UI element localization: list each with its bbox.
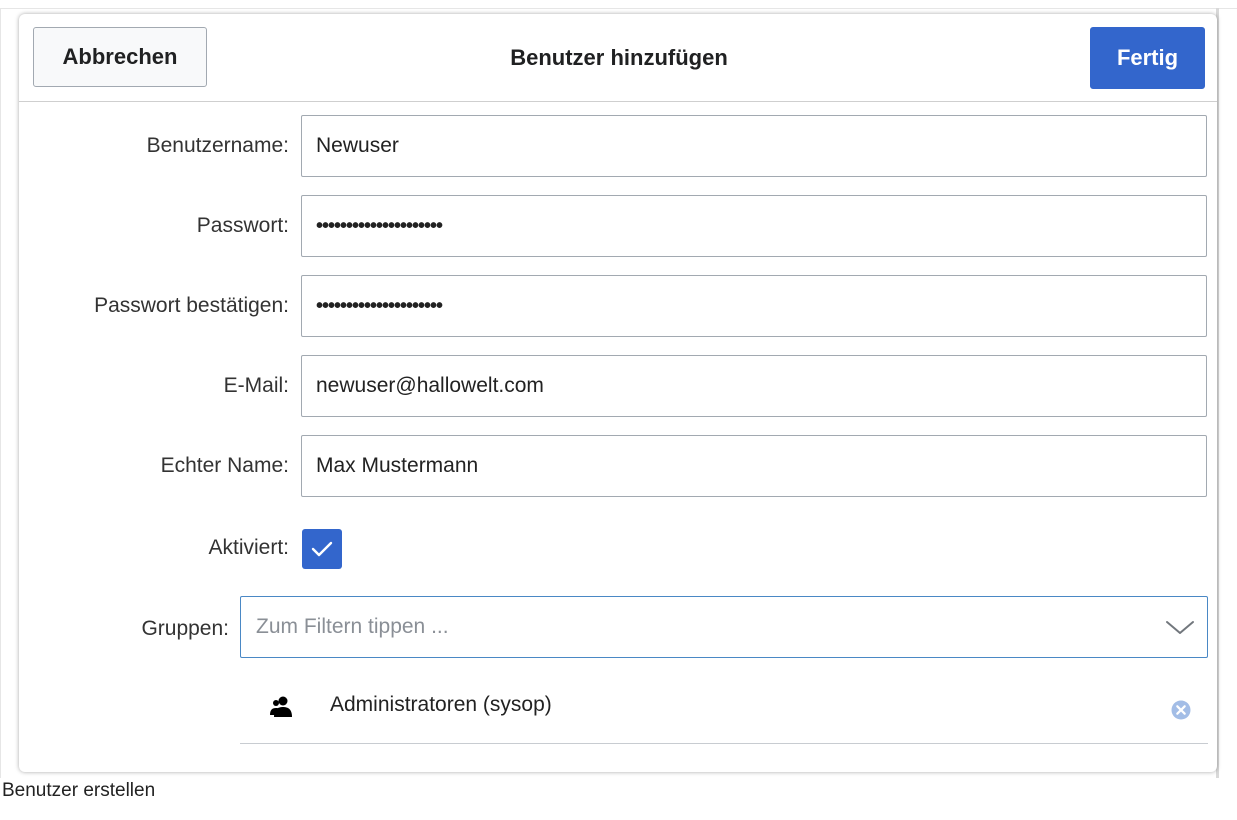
remove-circle-icon[interactable] (1171, 700, 1191, 720)
groups-label: Gruppen: (141, 617, 229, 640)
user-group-icon (270, 696, 292, 717)
email-value: newuser@hallowelt.com (316, 374, 544, 397)
selected-group-label: Administratoren (sysop) (330, 693, 552, 716)
page-divider-top (0, 8, 1237, 9)
cancel-button[interactable]: Abbrechen (33, 27, 207, 87)
enabled-label: Aktiviert: (208, 536, 289, 559)
chevron-down-icon[interactable] (1165, 615, 1195, 639)
username-value: Newuser (316, 134, 399, 157)
password-confirm-value: ••••••••••••••••••••• (316, 294, 443, 317)
real-name-label: Echter Name: (160, 454, 289, 477)
password-label: Passwort: (196, 214, 289, 237)
image-caption: Benutzer erstellen (2, 780, 156, 801)
screenshot-canvas: Abbrechen Benutzer hinzufügen Fertig Ben… (0, 0, 1237, 820)
selected-group-item: Administratoren (sysop) (240, 681, 1208, 744)
email-label: E-Mail: (223, 374, 289, 397)
username-field[interactable]: Newuser (301, 115, 1207, 177)
page-divider-left (0, 8, 1, 778)
password-field[interactable]: ••••••••••••••••••••• (301, 195, 1207, 257)
password-confirm-field[interactable]: ••••••••••••••••••••• (301, 275, 1207, 337)
real-name-value: Max Mustermann (316, 454, 479, 477)
groups-filter-placeholder: Zum Filtern tippen ... (256, 615, 449, 638)
checkmark-icon (311, 541, 333, 557)
email-field[interactable]: newuser@hallowelt.com (301, 355, 1207, 417)
groups-filter-input[interactable]: Zum Filtern tippen ... (240, 596, 1208, 658)
add-user-dialog: Abbrechen Benutzer hinzufügen Fertig Ben… (19, 14, 1217, 772)
password-value: ••••••••••••••••••••• (316, 214, 443, 237)
dialog-title: Benutzer hinzufügen (510, 44, 728, 70)
username-label: Benutzername: (146, 134, 289, 157)
password-confirm-label: Passwort bestätigen: (94, 294, 289, 317)
real-name-field[interactable]: Max Mustermann (301, 435, 1207, 497)
dialog-header: Abbrechen Benutzer hinzufügen Fertig (19, 14, 1217, 102)
enabled-checkbox[interactable] (302, 529, 342, 569)
done-button[interactable]: Fertig (1090, 27, 1205, 89)
